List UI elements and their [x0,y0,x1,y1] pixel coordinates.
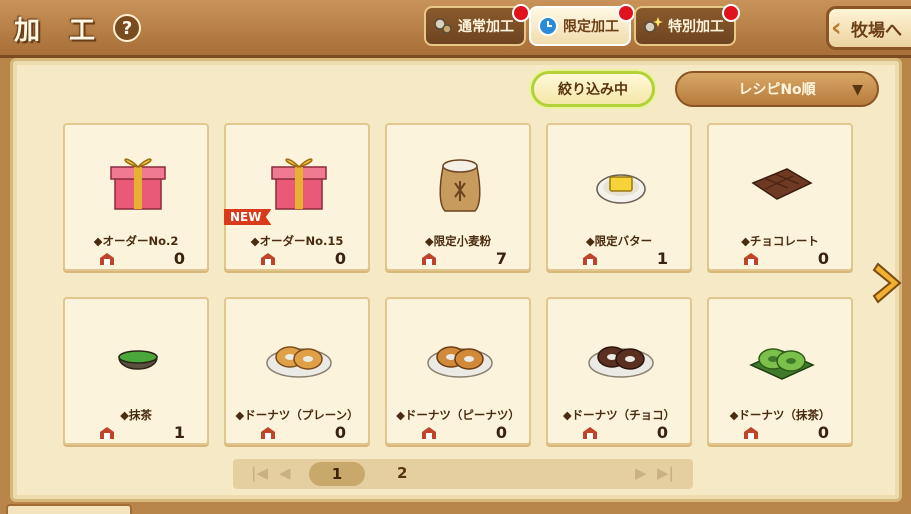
go-to-ranch-button[interactable]: ‹ 牧場へ [826,6,911,50]
top-bar: 加 工 ? 通常加工 限定加工 特別加工 ‹ 牧場へ [0,0,911,58]
recipe-grid: ◆オーダーNo.2 0 NEW ◆オーダーNo.15 0 ◆限定小麦粉 7 ◆限… [63,123,853,445]
item-name: ◆オーダーNo.2 [93,234,179,248]
item-name: ◆オーダーNo.15 [250,234,344,248]
item-panel: 絞り込み中 レシピNo順 ▼ ◆オーダーNo.2 0 NEW ◆オーダーNo.1… [10,58,902,502]
recipe-card[interactable]: ◆ドーナツ（ピーナツ） 0 [385,297,531,445]
tab-label: 限定加工 [563,19,619,35]
chevron-right-icon[interactable] [870,260,906,306]
filter-button[interactable]: 絞り込み中 [531,71,655,107]
item-quantity: 1 [656,249,668,268]
chocolate-bar-icon [751,168,813,200]
choco-donut-icon [588,346,654,378]
last-page-button[interactable]: ▶| [657,464,674,482]
matcha-bowl-icon [118,350,158,370]
screen-title: 加 工 ? [14,8,142,48]
quantity-row: 1 [99,423,185,442]
barn-icon [261,252,275,265]
barn-icon [744,426,758,439]
item-name: ◆ドーナツ（プレーン） [235,408,359,422]
quantity-row: 0 [260,423,346,442]
recipe-card[interactable]: ◆限定バター 1 [546,123,692,271]
recipe-card[interactable]: ◆ドーナツ（チョコ） 0 [546,297,692,445]
sort-dropdown[interactable]: レシピNo順 ▼ [675,71,879,107]
peanut-donut-icon [427,346,493,378]
next-page-button[interactable]: ▶ [635,464,647,482]
quantity-row: 0 [743,249,829,268]
tab-limited-processing[interactable]: 限定加工 [529,4,635,46]
bottom-tab [6,504,132,514]
matcha-donut-icon [749,348,815,380]
butter-dish-icon [596,174,646,204]
item-quantity: 0 [173,249,185,268]
tab-bar: 通常加工 限定加工 特別加工 [424,4,740,46]
quantity-row: 1 [582,249,668,268]
item-name: ◆ドーナツ（ピーナツ） [396,408,520,422]
item-quantity: 1 [173,423,185,442]
quantity-row: 7 [421,249,507,268]
quantity-row: 0 [743,423,829,442]
recipe-card[interactable]: ◆チョコレート 0 [707,123,853,271]
barn-icon [583,252,597,265]
tab-label: 特別加工 [668,19,724,35]
barn-icon [261,426,275,439]
item-quantity: 0 [656,423,668,442]
recipe-card[interactable]: ◆オーダーNo.2 0 [63,123,209,271]
item-name: ◆抹茶 [120,408,152,422]
tab-special-processing[interactable]: 特別加工 [634,4,740,46]
recipe-card[interactable]: ◆限定小麦粉 7 [385,123,531,271]
recipe-card[interactable]: ◆抹茶 1 [63,297,209,445]
quantity-row: 0 [421,423,507,442]
gift-box-icon [110,158,166,210]
gift-box-icon [271,158,327,210]
barn-icon [422,426,436,439]
barn-icon [744,252,758,265]
tab-label: 通常加工 [458,19,514,35]
title-text: 加 工 [14,15,106,46]
item-quantity: 0 [334,249,346,268]
quantity-row: 0 [260,249,346,268]
new-badge: NEW [224,209,272,225]
item-name: ◆限定バター [585,234,653,248]
chevron-left-icon: ‹ [831,13,842,43]
sparkle-gears-icon [644,17,663,33]
plain-donut-icon [266,346,332,378]
tab-normal-processing[interactable]: 通常加工 [424,4,530,46]
notification-dot [512,4,530,22]
first-page-button[interactable]: |◀ [251,464,268,482]
item-quantity: 0 [817,249,829,268]
barn-icon [100,426,114,439]
item-quantity: 0 [495,423,507,442]
page-1-button[interactable]: 1 [309,462,365,486]
notification-dot [722,4,740,22]
dropdown-arrow-icon: ▼ [852,82,863,98]
flour-sack-icon [439,159,481,212]
notification-dot [617,4,635,22]
ranch-label: 牧場へ [851,20,902,41]
item-quantity: 0 [334,423,346,442]
clock-icon [538,16,558,36]
quantity-row: 0 [582,423,668,442]
recipe-card[interactable]: ◆ドーナツ（プレーン） 0 [224,297,370,445]
help-button[interactable]: ? [113,14,142,42]
barn-icon [583,426,597,439]
prev-page-button[interactable]: ◀ [279,464,291,482]
sort-label: レシピNo順 [738,82,816,98]
recipe-card[interactable]: ◆ドーナツ（抹茶） 0 [707,297,853,445]
item-name: ◆チョコレート [741,234,819,248]
barn-icon [422,252,436,265]
pagination: |◀ ◀ 1 2 ▶ ▶| [233,459,693,489]
item-name: ◆ドーナツ（チョコ） [562,408,676,422]
item-quantity: 7 [495,249,507,268]
recipe-card[interactable]: NEW ◆オーダーNo.15 0 [224,123,370,271]
item-quantity: 0 [817,423,829,442]
gears-icon [434,18,452,34]
item-name: ◆限定小麦粉 [424,234,492,248]
quantity-row: 0 [99,249,185,268]
page-2-button[interactable]: 2 [397,464,407,482]
barn-icon [100,252,114,265]
item-name: ◆ドーナツ（抹茶） [729,408,831,422]
